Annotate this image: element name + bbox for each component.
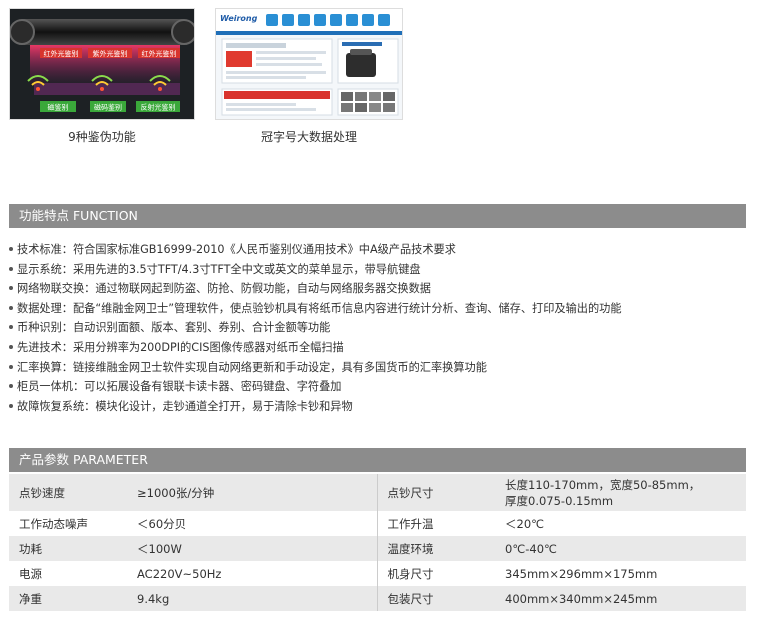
param-value-line: 厚度0.075-0.15mm <box>505 493 614 508</box>
label-top-2: 紫外光鉴别 <box>93 49 128 58</box>
feature-item: 网络物联交换：通过物联网起到防盗、防抢、防假功能，自动与网络服务器交换数据 <box>9 279 746 299</box>
label-top-1: 红外光鉴别 <box>44 49 79 58</box>
param-name: 温度环境 <box>376 536 495 561</box>
website-product-image <box>346 53 376 77</box>
param-value: ＜100W <box>127 536 377 561</box>
feature-item: 汇率换算：链接维融金网卫士软件实现自动网络更新和手动设定，具有多国货币的汇率换算… <box>9 358 746 378</box>
bullet-icon <box>9 344 13 349</box>
feature-item: 币种识别：自动识别面额、版本、套别、券别、合计金额等功能 <box>9 318 746 338</box>
param-value: 400mm×340mm×245mm <box>495 586 746 611</box>
bullet-icon <box>9 384 13 389</box>
param-name: 功耗 <box>9 536 127 561</box>
param-value: AC220V~50Hz <box>127 561 377 586</box>
param-name: 包装尺寸 <box>376 586 495 611</box>
param-value: ＜60分贝 <box>127 511 377 536</box>
parameter-table: 点钞速度 ≥1000张/分钟 点钞尺寸 长度110-170mm，宽度50-85m… <box>9 474 746 611</box>
feature-item: 显示系统：采用先进的3.5寸TFT/4.3寸TFT全中文或英文的菜单显示，带导航… <box>9 260 746 280</box>
website-red-button <box>226 51 252 67</box>
param-value: 345mm×296mm×175mm <box>495 561 746 586</box>
feature-item: 数据处理：配备“维融金网卫士”管理软件，使点验钞机具有将纸币信息内容进行统计分析… <box>9 299 746 319</box>
label-bottom-1: 磁鉴别 <box>48 103 69 112</box>
parameter-section-header: 产品参数 PARAMETER <box>9 448 746 472</box>
detection-features-image: 红外光鉴别 紫外光鉴别 红外光鉴别 磁鉴别 磁码鉴别 反射光鉴别 <box>9 8 195 120</box>
bullet-icon <box>9 286 13 291</box>
bullet-icon <box>9 364 13 369</box>
param-value-line: 长度110-170mm，宽度50-85mm， <box>505 477 701 492</box>
feature-item: 先进技术：采用分辨率为200DPI的CIS图像传感器对纸币全幅扫描 <box>9 338 746 358</box>
label-bottom-3: 反射光鉴别 <box>141 103 176 112</box>
param-name: 点钞速度 <box>9 474 127 511</box>
param-value: ＜20℃ <box>495 511 746 536</box>
table-row: 功耗 ＜100W 温度环境 0℃-40℃ <box>9 536 746 561</box>
detection-illustration: 红外光鉴别 紫外光鉴别 红外光鉴别 磁鉴别 磁码鉴别 反射光鉴别 <box>10 9 194 119</box>
bullet-icon <box>9 266 13 271</box>
table-row: 工作动态噪声 ＜60分贝 工作升温 ＜20℃ <box>9 511 746 536</box>
param-name: 电源 <box>9 561 127 586</box>
feature-item: 柜员一体机：可以拓展设备有银联卡读卡器、密码键盘、字符叠加 <box>9 377 746 397</box>
feature-item: 技术标准：符合国家标准GB16999-2010《人民币鉴别仪通用技术》中A级产品… <box>9 240 746 260</box>
bullet-icon <box>9 305 13 310</box>
bullet-icon <box>9 247 13 251</box>
roller-shape <box>18 19 188 45</box>
table-row: 点钞速度 ≥1000张/分钟 点钞尺寸 长度110-170mm，宽度50-85m… <box>9 474 746 511</box>
website-brand-logo: Weirong <box>220 14 258 23</box>
param-value: 9.4kg <box>127 586 377 611</box>
website-illustration: Weirong <box>216 9 402 119</box>
table-row: 电源 AC220V~50Hz 机身尺寸 345mm×296mm×175mm <box>9 561 746 586</box>
param-name: 点钞尺寸 <box>376 474 495 511</box>
feature-list: 技术标准：符合国家标准GB16999-2010《人民币鉴别仪通用技术》中A级产品… <box>9 240 746 416</box>
table-row: 净重 9.4kg 包装尺寸 400mm×340mm×245mm <box>9 586 746 611</box>
bullet-icon <box>9 325 13 330</box>
label-top-3: 红外光鉴别 <box>142 49 177 58</box>
param-name: 工作动态噪声 <box>9 511 127 536</box>
label-bottom-2: 磁码鉴别 <box>94 103 122 112</box>
big-data-website-image: Weirong <box>215 8 403 120</box>
param-value: 0℃-40℃ <box>495 536 746 561</box>
param-name: 机身尺寸 <box>376 561 495 586</box>
param-value: ≥1000张/分钟 <box>127 474 377 511</box>
feature-item: 故障恢复系统：模块化设计，走钞通道全打开，易于清除卡钞和异物 <box>9 397 746 417</box>
param-name: 净重 <box>9 586 127 611</box>
thumbnail-caption-detection: 9种鉴伪功能 <box>68 130 136 144</box>
bullet-icon <box>9 403 13 408</box>
thumbnail-caption-big-data: 冠字号大数据处理 <box>260 130 357 144</box>
function-section-header: 功能特点 FUNCTION <box>9 204 746 228</box>
param-value: 长度110-170mm，宽度50-85mm， 厚度0.075-0.15mm <box>495 474 746 511</box>
param-name: 工作升温 <box>376 511 495 536</box>
